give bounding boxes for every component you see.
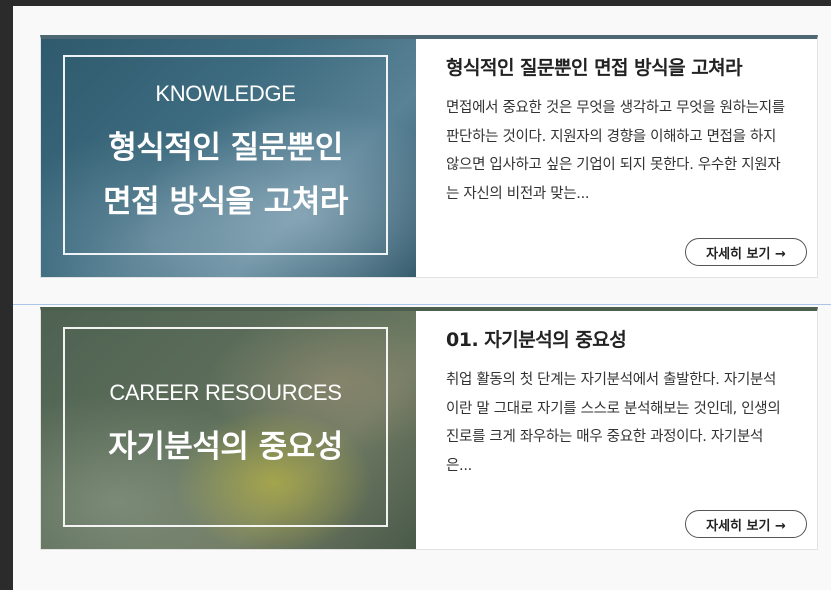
article-excerpt: 면접에서 중요한 것은 무엇을 생각하고 무엇을 원하는지를 판단하는 것이다.…	[446, 100, 785, 202]
thumbnail-title-line: 형식적인 질문뿐인	[108, 130, 343, 166]
read-more-button[interactable]: 자세히 보기 →	[685, 238, 807, 266]
article-title[interactable]: 01. 자기분석의 중요성	[446, 325, 787, 352]
read-more-button[interactable]: 자세히 보기 →	[685, 510, 807, 538]
article-info: 형식적인 질문뿐인 면접 방식을 고쳐라 면접에서 중요한 것은 무엇을 생각하…	[416, 39, 817, 277]
divider	[13, 304, 831, 305]
article-title[interactable]: 형식적인 질문뿐인 면접 방식을 고쳐라	[446, 53, 787, 80]
thumbnail-title-line: 자기분석의 중요성	[108, 429, 343, 465]
thumbnail-title-line: 면접 방식을 고쳐라	[103, 184, 348, 220]
article-info: 01. 자기분석의 중요성 취업 활동의 첫 단계는 자기분석에서 출발한다. …	[416, 311, 817, 549]
article-thumbnail[interactable]: CAREER RESOURCES 자기분석의 중요성	[41, 311, 416, 549]
thumbnail-category: KNOWLEDGE	[155, 81, 296, 106]
thumbnail-frame: CAREER RESOURCES 자기분석의 중요성	[63, 327, 388, 527]
article-excerpt: 취업 활동의 첫 단계는 자기분석에서 출발한다. 자기분석이란 말 그대로 자…	[446, 372, 781, 474]
article-card[interactable]: KNOWLEDGE 형식적인 질문뿐인 면접 방식을 고쳐라 형식적인 질문뿐인…	[40, 35, 818, 278]
thumbnail-frame: KNOWLEDGE 형식적인 질문뿐인 면접 방식을 고쳐라	[63, 55, 388, 255]
article-card[interactable]: CAREER RESOURCES 자기분석의 중요성 01. 자기분석의 중요성…	[40, 307, 818, 550]
page: KNOWLEDGE 형식적인 질문뿐인 면접 방식을 고쳐라 형식적인 질문뿐인…	[13, 6, 831, 590]
thumbnail-category: CAREER RESOURCES	[109, 380, 342, 405]
article-thumbnail[interactable]: KNOWLEDGE 형식적인 질문뿐인 면접 방식을 고쳐라	[41, 39, 416, 277]
